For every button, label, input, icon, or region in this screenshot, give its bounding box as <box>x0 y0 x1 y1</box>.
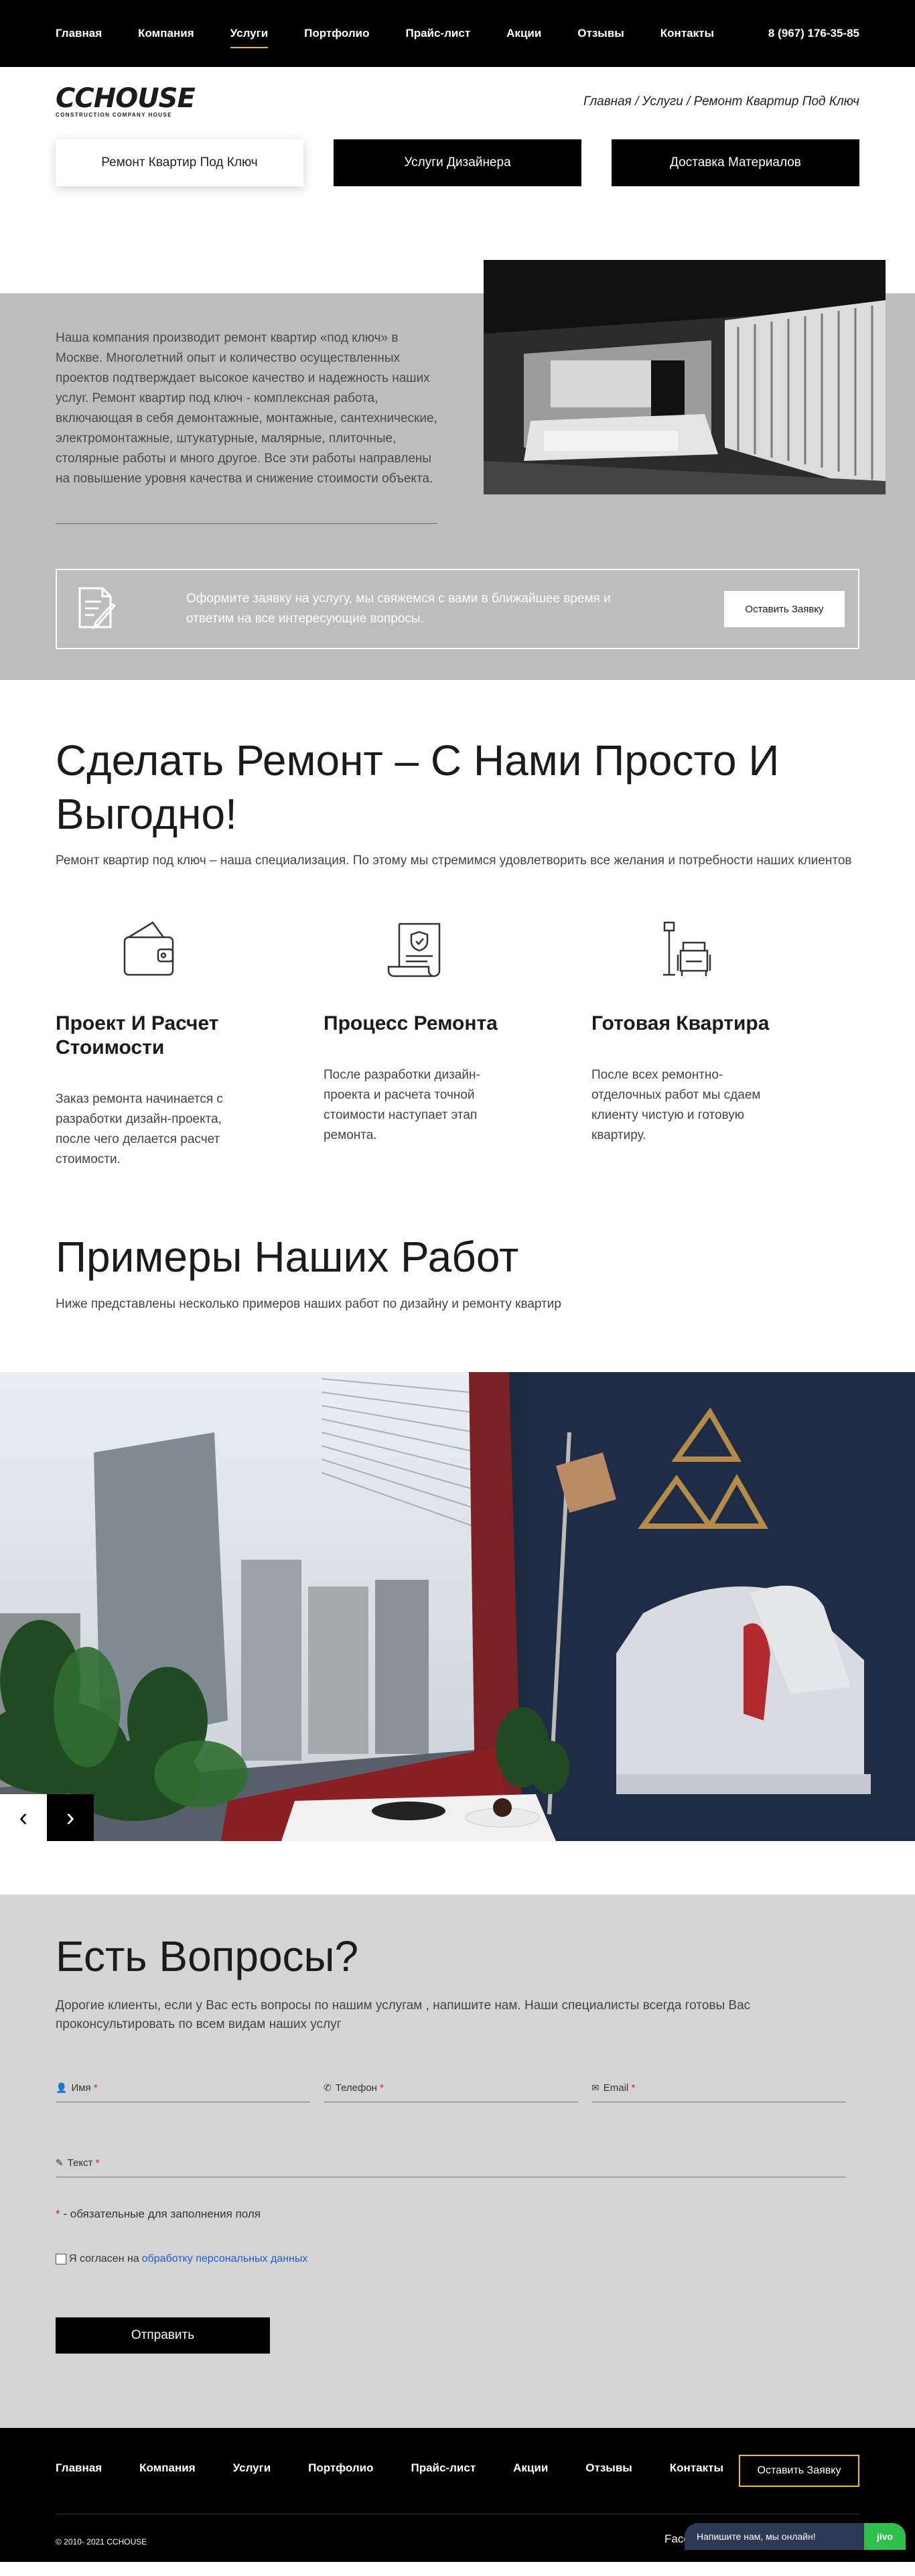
nav-home[interactable]: Главная <box>56 23 102 44</box>
nav-pricelist[interactable]: Прайс-лист <box>406 23 471 44</box>
service-tabs: Ремонт Квартир Под Ключ Услуги Дизайнера… <box>56 139 859 186</box>
chat-text: Напишите нам, мы онлайн! <box>697 2531 816 2542</box>
tab-materials-delivery[interactable]: Доставка Материалов <box>612 139 859 186</box>
header-phone-link[interactable]: 8 (967) 176-35-85 <box>768 27 859 40</box>
mail-icon: ✉ <box>591 2082 600 2093</box>
nav-company[interactable]: Компания <box>138 23 194 44</box>
advantage-title: Проект И Расчет Стоимости <box>56 1012 219 1059</box>
nav-services[interactable]: Услуги <box>230 23 268 48</box>
footer-nav-reviews[interactable]: Отзывы <box>585 2461 632 2475</box>
phone-field[interactable]: ✆ Телефон * <box>324 2074 578 2102</box>
leave-request-button[interactable]: Оставить Заявку <box>724 591 845 627</box>
name-label: Имя <box>71 2082 91 2094</box>
advantage-text: После разработки дизайн-проекта и расчет… <box>324 1068 480 1142</box>
nav-contacts[interactable]: Контакты <box>660 23 714 44</box>
message-label: Текст <box>67 2157 93 2169</box>
slide-image <box>0 1372 915 1841</box>
footer-request-button[interactable]: Оставить Заявку <box>739 2455 859 2487</box>
advantage-text: После всех ремонтно-отделочных работ мы … <box>591 1068 761 1142</box>
required-mark: * <box>380 2082 384 2094</box>
questions-lead: Дорогие клиенты, если у Вас есть вопросы… <box>56 1998 751 2031</box>
questions-section: Есть Вопросы? Дорогие клиенты, если у Ва… <box>0 1895 915 2428</box>
footer-nav-home[interactable]: Главная <box>56 2461 102 2475</box>
required-mark: * <box>631 2082 636 2094</box>
footer: Главная Компания Услуги Портфолио Прайс-… <box>0 2428 915 2562</box>
chat-widget[interactable]: Напишите нам, мы онлайн! jivo <box>685 2523 906 2550</box>
footer-nav-services[interactable]: Услуги <box>233 2461 271 2475</box>
cta-text: Оформите заявку на услугу, мы свяжемся с… <box>186 592 611 626</box>
consent-text: Я согласен на <box>69 2253 139 2264</box>
wallet-icon <box>123 921 174 976</box>
phone-label: Телефон <box>335 2082 377 2094</box>
advantages-title: Сделать Ремонт – С Нами Просто И Выгодно… <box>56 736 780 838</box>
footer-nav-contacts[interactable]: Контакты <box>670 2461 723 2475</box>
top-navbar: Главная Компания Услуги Портфолио Прайс-… <box>0 0 915 67</box>
logo-wordmark: CCHOUSE <box>56 82 196 114</box>
jivo-logo: jivo <box>864 2523 906 2550</box>
advantage-text: Заказ ремонта начинается с разработки ди… <box>56 1092 223 1166</box>
questions-title: Есть Вопросы? <box>56 1932 359 1980</box>
main-nav: Главная Компания Услуги Портфолио Прайс-… <box>56 23 750 48</box>
interior-photo <box>484 260 886 494</box>
advantages-list: Проект И Расчет Стоимости Заказ ремонта … <box>56 917 859 1170</box>
nav-promotions[interactable]: Акции <box>506 23 541 44</box>
site-logo[interactable]: CCHOUSE CONSTRUCTION COMPANY HOUSE <box>56 82 196 118</box>
consent-checkbox-row[interactable]: Я согласен на обработку персональных дан… <box>56 2253 859 2265</box>
tab-designer-services[interactable]: Услуги Дизайнера <box>334 139 581 186</box>
tab-turnkey-repair[interactable]: Ремонт Квартир Под Ключ <box>56 139 303 186</box>
privacy-link[interactable]: обработку персональных данных <box>142 2253 308 2265</box>
required-note: * - обязательные для заполнения поля <box>56 2208 261 2220</box>
name-field[interactable]: 👤 Имя * <box>56 2074 310 2102</box>
submit-button[interactable]: Отправить <box>56 2317 270 2354</box>
copyright: © 2010- 2021 CCHOUSE <box>56 2537 147 2547</box>
advantage-item: Проект И Расчет Стоимости Заказ ремонта … <box>56 917 324 1170</box>
request-callout: Оформите заявку на услугу, мы свяжемся с… <box>56 569 859 649</box>
works-lead: Ниже представлены несколько примеров наш… <box>56 1297 561 1311</box>
advantage-item: Процесс Ремонта После разработки дизайн-… <box>324 917 591 1170</box>
nav-reviews[interactable]: Отзывы <box>577 23 624 44</box>
email-field[interactable]: ✉ Email * <box>591 2074 846 2102</box>
pencil-icon: ✎ <box>56 2157 64 2168</box>
message-field[interactable]: ✎ Текст * <box>56 2149 846 2177</box>
email-label: Email <box>603 2082 629 2094</box>
certificate-icon <box>387 923 441 977</box>
footer-nav-portfolio[interactable]: Портфолио <box>308 2461 373 2475</box>
advantages-lead: Ремонт квартир под ключ – наша специализ… <box>56 854 852 868</box>
phone-icon: ✆ <box>324 2082 332 2093</box>
armchair-lamp-icon <box>663 921 711 976</box>
slider-prev-button[interactable]: ‹ <box>0 1794 47 1841</box>
logo-tagline: CONSTRUCTION COMPANY HOUSE <box>56 111 172 118</box>
required-mark: * <box>95 2157 100 2169</box>
footer-nav-pricelist[interactable]: Прайс-лист <box>411 2461 476 2475</box>
works-title: Примеры Наших Работ <box>56 1233 519 1281</box>
intro-text: Наша компания производит ремонт квартир … <box>56 331 437 486</box>
advantage-title: Готовая Квартира <box>591 1012 770 1034</box>
nav-portfolio[interactable]: Портфолио <box>304 23 369 44</box>
advantage-item: Готовая Квартира После всех ремонтно-отд… <box>591 917 859 1170</box>
required-mark: * <box>93 2082 98 2094</box>
document-pen-icon <box>57 586 137 632</box>
consent-checkbox[interactable] <box>56 2254 66 2264</box>
contact-fields-row: 👤 Имя * ✆ Телефон * ✉ Email * <box>56 2074 859 2102</box>
advantages-section: Сделать Ремонт – С Нами Просто И Выгодно… <box>56 734 859 1312</box>
person-icon: 👤 <box>56 2082 68 2093</box>
footer-nav-promotions[interactable]: Акции <box>513 2461 548 2475</box>
footer-nav: Главная Компания Услуги Портфолио Прайс-… <box>56 2461 761 2475</box>
intro-section: Наша компания производит ремонт квартир … <box>0 260 915 680</box>
portfolio-slider: ‹ › <box>0 1372 915 1841</box>
intro-divider <box>56 523 437 524</box>
breadcrumb: Главная / Услуги / Ремонт Квартир Под Кл… <box>583 94 859 109</box>
slider-next-button[interactable]: › <box>47 1794 94 1841</box>
advantage-title: Процесс Ремонта <box>324 1012 498 1034</box>
footer-nav-company[interactable]: Компания <box>139 2461 195 2475</box>
